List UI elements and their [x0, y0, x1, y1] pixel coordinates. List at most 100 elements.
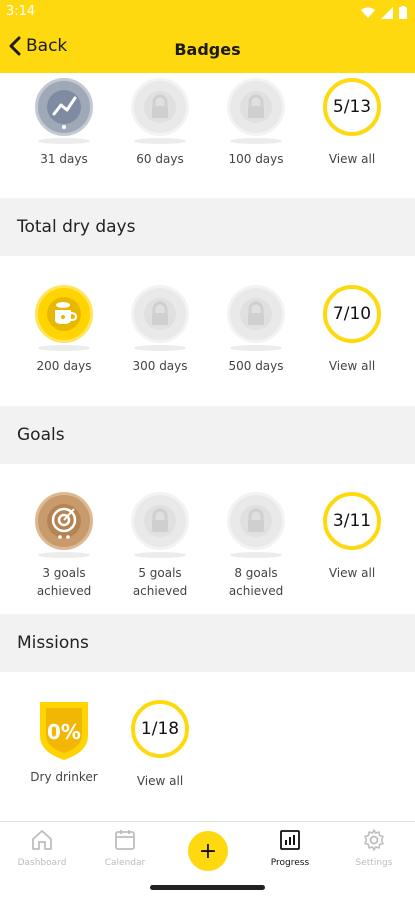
nav-label: Dashboard: [17, 858, 67, 868]
badges-list[interactable]: 31 days 60 days 100 days 5/13 View all T…: [0, 73, 415, 821]
badge-label-line1: 3 goals: [42, 566, 86, 580]
lock-icon: [152, 508, 168, 532]
section-title: Goals: [17, 425, 65, 445]
badge-label-line1: 8 goals: [234, 566, 278, 580]
badge-label-line2: achieved: [36, 584, 92, 598]
badge-label-line2: achieved: [228, 584, 284, 598]
wifi-icon: [361, 7, 375, 18]
section-header-goals: Goals: [0, 406, 415, 464]
badge-label: 60 days: [136, 152, 184, 166]
locked-badge: [131, 78, 189, 136]
badge-8-goals[interactable]: 8 goals achieved: [208, 492, 304, 600]
zero-percent-shield-icon: 0%: [40, 702, 88, 760]
badge-shadow: [38, 552, 90, 558]
view-all-label: View all: [328, 359, 376, 373]
page-title: Badges: [174, 40, 241, 59]
locked-badge: [227, 78, 285, 136]
lock-icon: [248, 301, 264, 325]
chart-icon: [280, 830, 300, 850]
view-all-label: View all: [328, 152, 376, 166]
badge-300-days[interactable]: 300 days: [112, 285, 208, 375]
badge-label: Dry drinker: [30, 770, 98, 784]
section-title: Missions: [17, 633, 89, 653]
badge-label: 300 days: [132, 359, 188, 373]
badge-shadow: [230, 138, 282, 144]
gear-icon: [364, 829, 384, 851]
lock-icon: [152, 94, 168, 118]
section-title: Total dry days: [17, 217, 136, 237]
target-icon: [47, 504, 81, 539]
badge-shadow: [134, 345, 186, 351]
bottom-navigation: Dashboard Calendar + Progress Settings: [0, 821, 415, 876]
view-all-goals[interactable]: 3/11 View all: [304, 492, 400, 582]
gesture-area: [0, 876, 415, 900]
nav-label: Settings: [355, 858, 393, 868]
badge-shadow: [38, 138, 90, 144]
title-bar: Back Badges: [0, 34, 415, 66]
section-header-missions: Missions: [0, 614, 415, 672]
lock-icon: [152, 301, 168, 325]
nav-settings[interactable]: Settings: [334, 828, 414, 868]
home-indicator[interactable]: [150, 885, 265, 890]
streak-chart-icon: [47, 90, 81, 129]
view-all-count: 1/18: [131, 700, 189, 758]
badge-label: 3 goals achieved: [16, 564, 112, 600]
locked-badge: [131, 492, 189, 550]
locked-badge: [227, 285, 285, 343]
battery-icon: [399, 6, 407, 19]
view-all-label: View all: [328, 566, 376, 580]
home-icon: [32, 830, 52, 850]
view-all-missions[interactable]: 1/18 View all: [112, 700, 208, 790]
view-all-count: 3/11: [323, 492, 381, 550]
badge-label-line2: achieved: [132, 584, 188, 598]
add-icon: +: [198, 838, 218, 864]
locked-badge: [131, 285, 189, 343]
lock-icon: [248, 508, 264, 532]
badge-label: 500 days: [228, 359, 284, 373]
nav-label: Progress: [270, 858, 310, 868]
app-header: 3:14 Back Badges: [0, 0, 415, 73]
view-all-streak[interactable]: 5/13 View all: [304, 78, 400, 168]
badge-label: 100 days: [228, 152, 284, 166]
add-button[interactable]: +: [188, 831, 228, 871]
badge-100-days[interactable]: 100 days: [208, 78, 304, 168]
view-all-label: View all: [136, 774, 184, 788]
cup-icon: [47, 297, 81, 331]
silver-badge-icon: [35, 78, 93, 136]
badge-label: 200 days: [36, 359, 92, 373]
gold-badge-icon: [35, 285, 93, 343]
status-bar: 3:14: [0, 4, 415, 24]
badge-5-goals[interactable]: 5 goals achieved: [112, 492, 208, 600]
badge-label: 5 goals achieved: [112, 564, 208, 600]
locked-badge: [227, 492, 285, 550]
lock-icon: [248, 94, 264, 118]
view-all-count: 7/10: [323, 285, 381, 343]
view-all-dry-days[interactable]: 7/10 View all: [304, 285, 400, 375]
badge-31-days[interactable]: 31 days: [16, 78, 112, 168]
badge-shadow: [134, 552, 186, 558]
badge-60-days[interactable]: 60 days: [112, 78, 208, 168]
nav-progress[interactable]: Progress: [250, 828, 330, 868]
nav-label: Calendar: [104, 858, 146, 868]
signal-icon: [381, 6, 393, 19]
badge-shadow: [38, 345, 90, 351]
status-time: 3:14: [6, 4, 36, 19]
badge-dry-drinker[interactable]: 0% Dry drinker: [16, 700, 112, 786]
badge-200-days[interactable]: 200 days: [16, 285, 112, 375]
nav-calendar[interactable]: Calendar: [85, 828, 165, 868]
calendar-icon: [115, 830, 135, 850]
badge-500-days[interactable]: 500 days: [208, 285, 304, 375]
badge-label-line1: 5 goals: [138, 566, 182, 580]
badge-shadow: [134, 138, 186, 144]
badge-3-goals[interactable]: 3 goals achieved: [16, 492, 112, 600]
section-header-total-dry-days: Total dry days: [0, 198, 415, 256]
status-icons: [361, 6, 407, 19]
badge-shadow: [230, 345, 282, 351]
badge-label: 8 goals achieved: [208, 564, 304, 600]
badge-shadow: [230, 552, 282, 558]
badge-label: 31 days: [40, 152, 88, 166]
nav-dashboard[interactable]: Dashboard: [2, 828, 82, 868]
view-all-count: 5/13: [323, 78, 381, 136]
bronze-badge-icon: [35, 492, 93, 550]
svg-text:0%: 0%: [47, 720, 81, 744]
